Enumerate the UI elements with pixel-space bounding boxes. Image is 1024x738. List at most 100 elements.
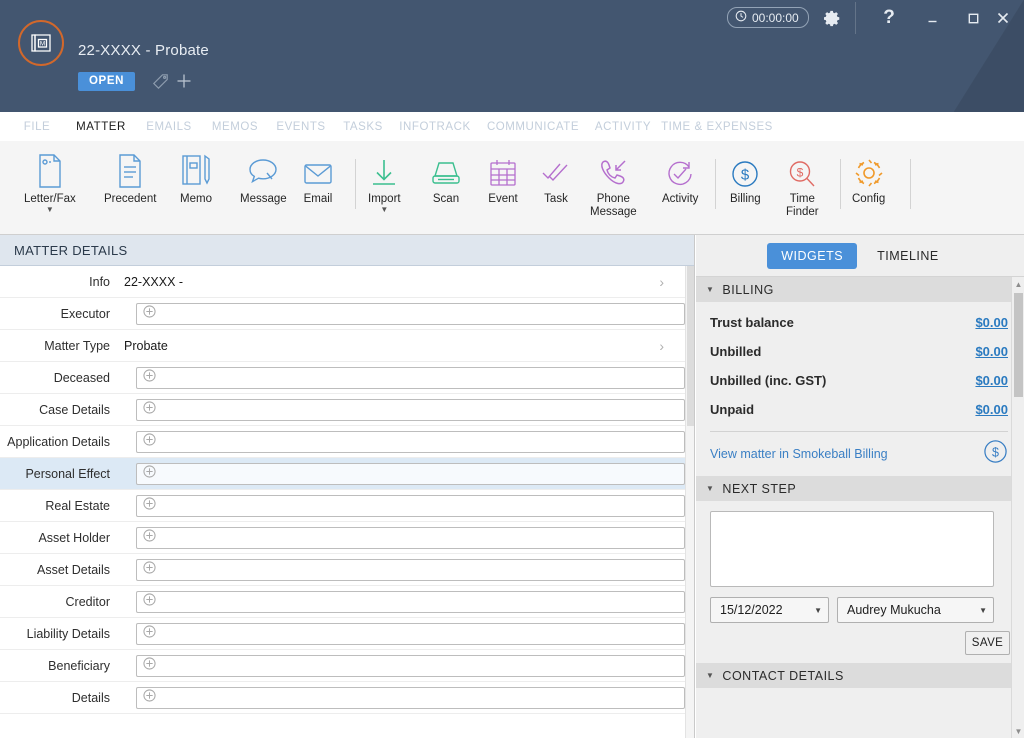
matter-detail-row[interactable]: Liability Details <box>0 618 694 650</box>
plus-circle-icon[interactable] <box>143 496 156 515</box>
ribbon-button-billing[interactable]: $ Billing <box>730 147 761 206</box>
matter-detail-row[interactable]: Matter Type Probate › <box>0 330 694 362</box>
plus-circle-icon[interactable] <box>143 624 156 643</box>
help-button[interactable]: ? <box>874 4 904 32</box>
plus-circle-icon[interactable] <box>143 464 156 483</box>
matter-detail-add-field[interactable] <box>136 366 685 389</box>
ribbon-button-phone-message[interactable]: Phone Message <box>590 147 637 219</box>
matter-detail-add-field[interactable] <box>136 526 685 549</box>
ribbon-button-memo[interactable]: Memo <box>180 147 212 206</box>
billing-section-header[interactable]: ▼ BILLING <box>696 277 1024 302</box>
minimize-button[interactable] <box>917 4 947 32</box>
matter-detail-add-field[interactable] <box>136 462 685 485</box>
contact-details-section-header[interactable]: ▼ CONTACT DETAILS <box>696 663 1024 688</box>
ribbon-button-activity[interactable]: Activity <box>662 147 698 206</box>
matter-detail-add-field[interactable] <box>136 622 685 645</box>
billing-row-amount[interactable]: $0.00 <box>975 402 1008 417</box>
matter-detail-add-field[interactable] <box>136 494 685 517</box>
matter-detail-label: Matter Type <box>44 338 110 353</box>
scrollbar-thumb[interactable] <box>1014 293 1023 397</box>
next-step-note-input[interactable] <box>710 511 994 587</box>
ribbon-button-scan[interactable]: Scan <box>430 147 462 206</box>
matter-detail-add-field[interactable] <box>136 398 685 421</box>
matter-detail-row[interactable]: Real Estate <box>0 490 694 522</box>
plus-circle-icon[interactable] <box>143 304 156 323</box>
gear-icon[interactable] <box>817 4 847 32</box>
tab-activity[interactable]: ACTIVITY <box>588 112 658 141</box>
plus-icon[interactable] <box>175 72 193 95</box>
maximize-button[interactable] <box>958 4 988 32</box>
matter-detail-add-field[interactable] <box>136 654 685 677</box>
matter-detail-row[interactable]: Personal Effect <box>0 458 694 490</box>
billing-row-amount[interactable]: $0.00 <box>975 344 1008 359</box>
matter-details-scrollbar[interactable] <box>685 266 694 738</box>
close-button[interactable] <box>988 4 1018 32</box>
tab-communicate[interactable]: COMMUNICATE <box>478 112 588 141</box>
plus-circle-icon[interactable] <box>143 656 156 675</box>
ribbon-button-config[interactable]: Config <box>852 147 885 206</box>
billing-link-row[interactable]: View matter in Smokeball Billing $ <box>696 432 1024 476</box>
plus-circle-icon[interactable] <box>143 400 156 419</box>
matter-detail-row[interactable]: Asset Holder <box>0 522 694 554</box>
widgets-scrollbar[interactable]: ▲ ▼ <box>1011 277 1024 738</box>
ribbon-button-email[interactable]: Email <box>302 147 334 206</box>
chevron-right-icon[interactable]: › <box>659 274 664 290</box>
ribbon-button-import[interactable]: Import ▼ <box>368 147 401 214</box>
plus-circle-icon[interactable] <box>143 528 156 547</box>
matter-detail-row[interactable]: Asset Details <box>0 554 694 586</box>
matter-detail-label: Asset Details <box>37 562 110 577</box>
next-step-date-picker[interactable]: 15/12/2022 ▼ <box>710 597 829 623</box>
plus-circle-icon[interactable] <box>143 368 156 387</box>
matter-detail-row[interactable]: Case Details <box>0 394 694 426</box>
ribbon-button-letter-fax[interactable]: Letter/Fax ▼ <box>24 147 76 214</box>
matter-detail-label: Asset Holder <box>38 530 110 545</box>
matter-detail-row[interactable]: Details <box>0 682 694 714</box>
tab-infotrack[interactable]: INFOTRACK <box>392 112 478 141</box>
plus-circle-icon[interactable] <box>143 688 156 707</box>
plus-circle-icon[interactable] <box>143 432 156 451</box>
panel-tab-timeline[interactable]: TIMELINE <box>863 243 953 269</box>
tab-tasks[interactable]: TASKS <box>334 112 392 141</box>
ribbon-button-time-finder[interactable]: $ Time Finder <box>786 147 819 219</box>
billing-row-amount[interactable]: $0.00 <box>975 315 1008 330</box>
matter-detail-add-field[interactable] <box>136 590 685 613</box>
matter-detail-row[interactable]: Executor <box>0 298 694 330</box>
plus-circle-icon[interactable] <box>143 592 156 611</box>
tab-events[interactable]: EVENTS <box>268 112 334 141</box>
matter-detail-row[interactable]: Info 22-XXXX - › <box>0 266 694 298</box>
billing-dollar-icon[interactable]: $ <box>983 439 1008 469</box>
next-step-section-header[interactable]: ▼ NEXT STEP <box>696 476 1024 501</box>
tab-time-expenses[interactable]: TIME & EXPENSES <box>658 112 776 141</box>
chevron-right-icon[interactable]: › <box>659 338 664 354</box>
matter-detail-add-field[interactable] <box>136 558 685 581</box>
tab-matter[interactable]: MATTER <box>66 112 136 141</box>
tab-memos[interactable]: MEMOS <box>202 112 268 141</box>
matter-folder-icon[interactable]: M <box>18 20 64 66</box>
next-step-user-select[interactable]: Audrey Mukucha ▼ <box>837 597 994 623</box>
save-button[interactable]: SAVE <box>965 631 1010 655</box>
scrollbar-thumb[interactable] <box>687 266 694 426</box>
tab-emails[interactable]: EMAILS <box>136 112 202 141</box>
timer-widget[interactable]: 00:00:00 <box>727 7 809 28</box>
ribbon-button-task[interactable]: Task <box>540 147 572 206</box>
matter-detail-row[interactable]: Beneficiary <box>0 650 694 682</box>
ribbon-button-event[interactable]: Event <box>488 147 518 206</box>
view-in-billing-link[interactable]: View matter in Smokeball Billing <box>710 447 888 461</box>
matter-detail-row[interactable]: Deceased <box>0 362 694 394</box>
panel-tab-widgets[interactable]: WIDGETS <box>767 242 858 269</box>
matter-detail-add-field[interactable] <box>136 302 685 325</box>
scroll-down-icon[interactable]: ▼ <box>1012 724 1024 738</box>
matter-detail-add-field[interactable] <box>136 430 685 453</box>
plus-circle-icon[interactable] <box>143 560 156 579</box>
matter-detail-row[interactable]: Application Details <box>0 426 694 458</box>
chevron-down-icon[interactable]: ▼ <box>380 206 388 214</box>
ribbon-button-precedent[interactable]: Precedent <box>104 147 156 206</box>
chevron-down-icon[interactable]: ▼ <box>46 206 54 214</box>
billing-row-amount[interactable]: $0.00 <box>975 373 1008 388</box>
tab-file[interactable]: FILE <box>8 112 66 141</box>
matter-detail-row[interactable]: Creditor <box>0 586 694 618</box>
matter-detail-add-field[interactable] <box>136 686 685 709</box>
scroll-up-icon[interactable]: ▲ <box>1012 277 1024 291</box>
tag-icon[interactable] <box>152 73 169 95</box>
ribbon-button-message[interactable]: Message <box>240 147 287 206</box>
